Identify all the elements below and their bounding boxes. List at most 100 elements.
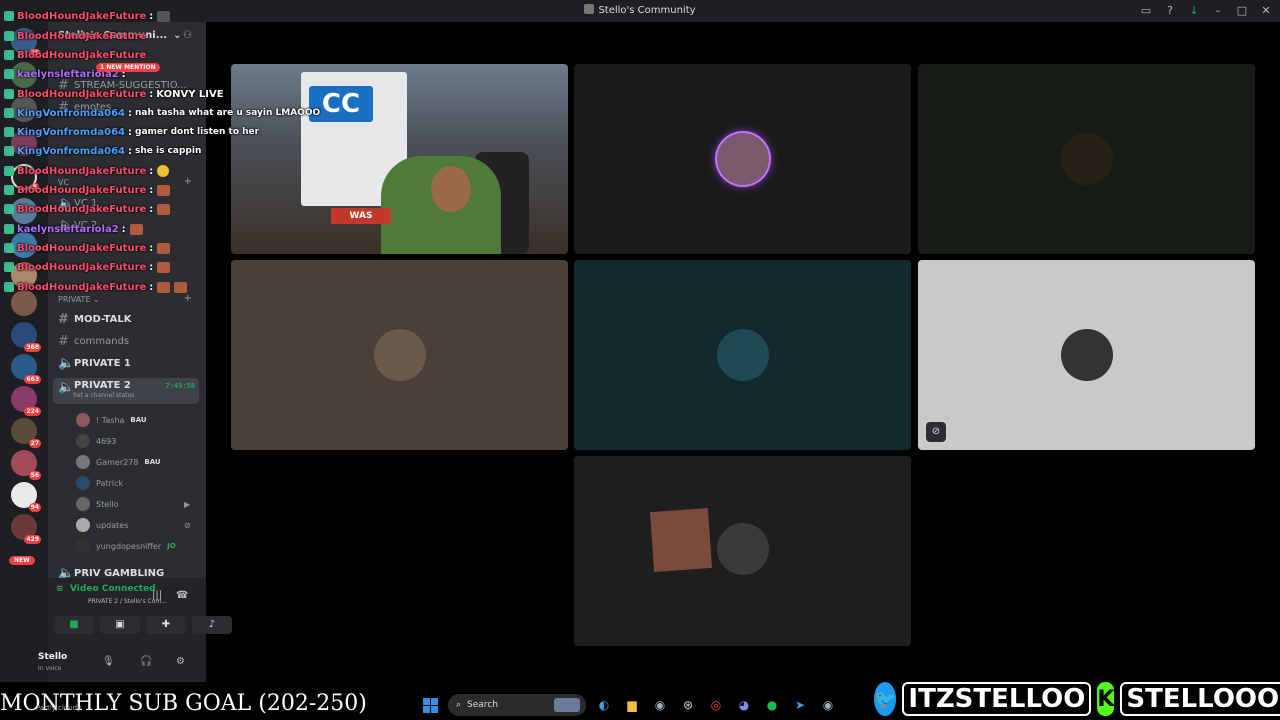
screen-share-button[interactable]: ▣ xyxy=(100,616,140,634)
emote-icon xyxy=(157,281,171,293)
server-icon[interactable]: 368 xyxy=(11,322,41,352)
window-title: Stello's Community xyxy=(0,4,1280,16)
server-icon[interactable]: 224 xyxy=(11,386,41,416)
file-explorer-icon[interactable]: ▆ xyxy=(622,695,642,715)
unread-badge: 663 xyxy=(24,375,41,384)
video-tile-participant[interactable]: ⊘ xyxy=(918,260,1255,450)
badge-icon xyxy=(4,185,14,195)
invite-icon[interactable]: ⚇ xyxy=(183,30,192,41)
video-tile-participant[interactable] xyxy=(918,64,1255,254)
unread-badge: 94 xyxy=(28,503,41,512)
screen-share-icon[interactable]: ▭ xyxy=(1136,3,1156,19)
activities-button[interactable]: ✚ xyxy=(146,616,186,634)
discord-icon[interactable]: ◕ xyxy=(734,695,754,715)
channel-private-2[interactable]: 🔈 PRIVATE 2 7:49:58 Set a channel status xyxy=(53,378,199,404)
channel-status-prompt[interactable]: Set a channel status xyxy=(73,392,134,399)
server-icon[interactable]: 94 xyxy=(11,482,41,512)
disconnect-icon[interactable]: ☎ xyxy=(176,590,188,601)
channel-commands[interactable]: # commands xyxy=(58,334,129,349)
call-timer: 7:49:58 xyxy=(165,382,195,390)
badge-icon xyxy=(4,166,14,176)
chevron-down-icon: ⌄ xyxy=(93,295,100,304)
windows-start-icon[interactable] xyxy=(420,695,440,715)
noise-suppression-icon[interactable]: ||| xyxy=(152,590,162,601)
weather-widget[interactable]: Partly cloudy xyxy=(36,704,81,712)
unread-badge: 224 xyxy=(24,407,41,416)
unread-badge: 56 xyxy=(28,471,41,480)
add-channel-icon[interactable]: + xyxy=(184,176,192,187)
telegram-icon[interactable]: ➤ xyxy=(790,695,810,715)
avatar xyxy=(717,523,769,575)
voice-member[interactable]: updates ⊘ xyxy=(76,517,191,533)
taskbar-search[interactable]: ⌕ Search xyxy=(448,694,586,716)
emote-icon xyxy=(157,184,171,196)
spotify-icon[interactable]: ● xyxy=(762,695,782,715)
voice-member[interactable]: yungdopesniffer JO xyxy=(76,538,176,554)
voice-member[interactable]: Stello ▶ xyxy=(76,496,190,512)
voice-connection-panel: ≋ Video Connected PRIVATE 2 / Stello's Co… xyxy=(38,578,232,682)
minimize-icon[interactable]: – xyxy=(1208,3,1228,19)
video-tile-participant[interactable] xyxy=(574,456,911,646)
help-icon[interactable]: ? xyxy=(1160,3,1180,19)
chrome-icon[interactable]: ◎ xyxy=(706,695,726,715)
windows-taskbar: ⌕ Search ◐ ▆ ◉ ⊛ ◎ ◕ ● ➤ ◉ xyxy=(420,690,870,720)
server-icon[interactable]: 429 xyxy=(11,514,41,544)
server-icon[interactable]: 663 xyxy=(11,354,41,384)
server-icon[interactable]: 27 xyxy=(11,418,41,448)
video-tile-participant[interactable] xyxy=(574,64,911,254)
voice-member[interactable]: 4693 xyxy=(76,433,116,449)
soundboard-button[interactable]: ♪ xyxy=(192,616,232,634)
avatar xyxy=(716,133,769,185)
voice-status[interactable]: ≋ Video Connected xyxy=(56,584,156,594)
unread-badge: 429 xyxy=(24,535,41,544)
video-tile-participant[interactable] xyxy=(231,260,568,450)
chat-message: BloodHoundJakeFuture: xyxy=(4,7,171,25)
edge-icon[interactable]: ◐ xyxy=(594,695,614,715)
steam-icon[interactable]: ◉ xyxy=(650,695,670,715)
microphone-icon[interactable]: 🎙 xyxy=(102,656,115,667)
video-tile-participant[interactable] xyxy=(574,260,911,450)
app-icon[interactable]: ⊛ xyxy=(678,695,698,715)
settings-icon[interactable]: ⚙ xyxy=(176,656,185,667)
chat-message: BloodHoundJakeFuture: KONVY LIVE xyxy=(4,85,224,103)
muted-icon: ⊘ xyxy=(184,520,191,530)
speaker-icon: 🔈 xyxy=(58,356,75,371)
chat-message: BloodHoundJakeFuture: xyxy=(4,258,171,276)
badge-icon xyxy=(4,89,14,99)
headphones-icon[interactable]: 🎧 xyxy=(140,656,152,667)
video-icon: ▶ xyxy=(184,499,191,509)
server-icon[interactable]: 56 xyxy=(11,450,41,480)
steam-icon[interactable]: ◉ xyxy=(818,695,838,715)
chat-message: KingVonfromda064: nah tasha what are u s… xyxy=(4,104,320,122)
badge-icon xyxy=(4,282,14,292)
voice-actions: ■ ▣ ✚ ♪ xyxy=(54,616,232,634)
voice-member[interactable]: Gamer278 BAU xyxy=(76,454,161,470)
new-server-badge[interactable]: NEW xyxy=(9,556,35,565)
badge-icon xyxy=(4,127,14,137)
new-mention-pill[interactable]: 1 NEW MENTION xyxy=(96,63,160,72)
camera-button[interactable]: ■ xyxy=(54,616,94,634)
emote-icon xyxy=(157,261,171,273)
desk-sign: WAS xyxy=(331,208,391,224)
download-icon[interactable]: ↓ xyxy=(1184,3,1204,19)
avatar xyxy=(76,518,90,532)
avatar xyxy=(76,497,90,511)
video-tile-camera[interactable]: CC WAS xyxy=(231,64,568,254)
maximize-icon[interactable]: □ xyxy=(1232,3,1252,19)
sticker-image xyxy=(649,508,713,572)
category-private[interactable]: PRIVATE ⌄ xyxy=(58,295,100,304)
twitter-icon: 🐦 xyxy=(874,682,897,716)
voice-member[interactable]: Patrick xyxy=(76,475,123,491)
channel-private-1[interactable]: 🔈 PRIVATE 1 xyxy=(58,356,131,371)
search-icon: ⌕ xyxy=(456,700,462,710)
user-status: In voice xyxy=(38,665,62,672)
chat-message: BloodHoundJakeFuture xyxy=(4,27,149,45)
badge-icon xyxy=(4,262,14,272)
emoji-icon xyxy=(157,165,170,177)
voice-member[interactable]: ! Tasha BAU xyxy=(76,412,147,428)
avatar xyxy=(373,329,426,381)
user-name[interactable]: Stello xyxy=(38,652,67,662)
close-icon[interactable]: ✕ xyxy=(1256,3,1276,19)
channel-mod-talk[interactable]: # MOD-TALK xyxy=(58,312,132,327)
streamer-head xyxy=(431,166,471,212)
